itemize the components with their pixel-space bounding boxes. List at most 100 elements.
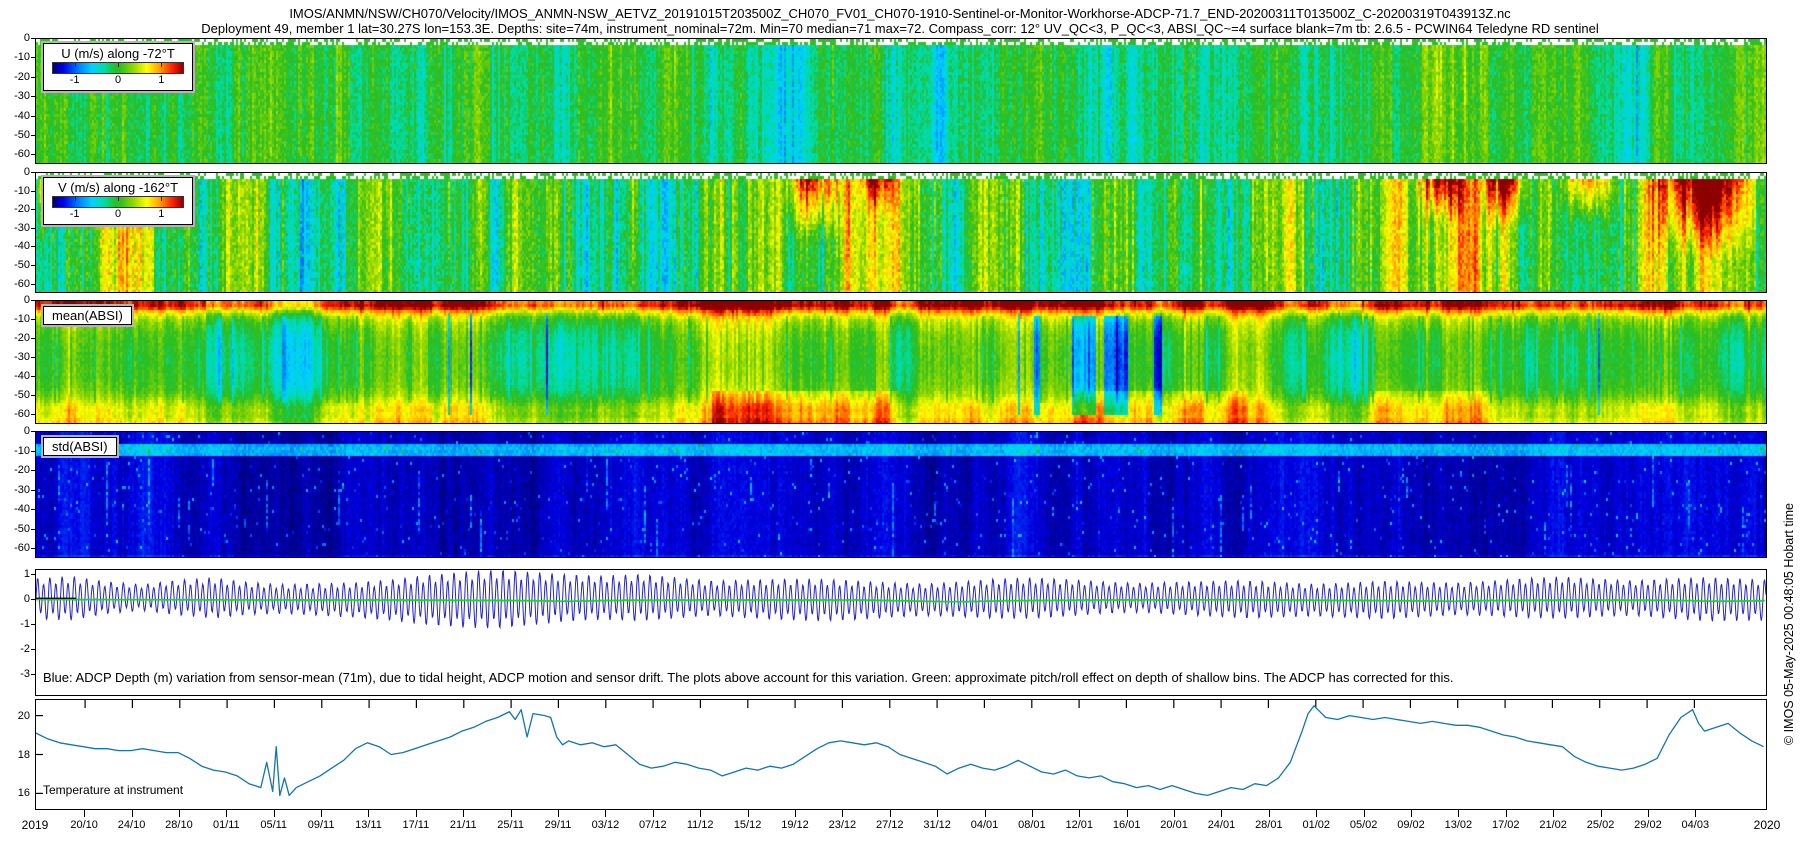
date-tick-label: 17/11 [402,819,430,831]
date-tick-mark [937,810,939,817]
u-legend-title: U (m/s) along -72°T [61,46,175,61]
date-tick-label: 11/12 [686,819,714,831]
date-tick-mark [463,810,465,817]
date-tick-label: 28/10 [165,819,193,831]
date-tick-mark [1221,810,1223,817]
date-tick-label: 09/02 [1397,819,1425,831]
depth-tick-label: -40 [14,240,30,253]
depth-tick-label: -60 [14,148,30,161]
depth-tick-mark [31,283,35,285]
date-tick-mark [1695,810,1697,817]
date-tick-mark [178,810,180,817]
std-absi-heatmap [36,432,1766,557]
depth-tick-label: -60 [14,542,30,555]
depthvar-tick-label: -2 [20,642,30,655]
temp-tick-label: 18 [17,748,30,761]
depth-tick-label: 0 [23,425,30,437]
date-tick-label: 21/02 [1539,819,1567,831]
std-absi-label: std(ABSI) [41,435,119,458]
date-tick-label: 13/11 [355,819,382,831]
depth-tick-mark [31,414,35,416]
depth-tick-label: -30 [14,351,30,364]
depth-tick-mark [31,227,35,229]
date-tick-label: 01/11 [212,819,240,831]
panel-mean-absi: mean(ABSI) [35,300,1767,424]
date-tick-label: 04/01 [970,819,999,831]
depth-tick-mark [31,76,35,78]
xaxis-year-start: 2019 [21,818,49,832]
date-tick-label: 20/01 [1160,819,1188,831]
date-tick-mark [273,810,275,817]
depth-tick-mark [31,190,35,192]
depth-tick-label: -30 [14,90,30,103]
depth-tick-label: -20 [14,332,30,345]
date-tick-label: 23/12 [828,819,857,831]
depthvar-tick-label: -3 [20,667,30,680]
date-tick-mark [1553,810,1555,817]
u-velocity-heatmap [36,39,1766,163]
depth-tick-mark [31,134,35,136]
depthvar-tick-mark [31,623,35,625]
depth-tick-mark [31,264,35,266]
date-tick-mark [700,810,702,817]
date-tick-label: 03/12 [591,819,620,831]
u-colorbar-tick: 0 [114,74,122,86]
date-tick-mark [794,810,796,817]
date-tick-mark [652,810,654,817]
depth-tick-label: -50 [14,258,30,271]
depth-tick-mark [31,172,35,173]
xaxis-year-end: 2020 [1753,818,1781,832]
depth-tick-mark [31,376,35,378]
mean-absi-heatmap [36,301,1766,423]
date-tick-mark [1600,810,1602,817]
depth-tick-mark [31,395,35,397]
panel-v-velocity: V (m/s) along -162°T -1 0 1 [35,172,1767,293]
date-tick-label: 29/11 [544,819,572,831]
v-colorbar-tick: 0 [114,208,122,220]
depth-tick-mark [31,154,35,156]
depth-tick-label: -10 [14,51,30,64]
depth-tick-mark [31,115,35,117]
depth-tick-mark [31,209,35,211]
date-tick-label: 25/02 [1586,819,1615,831]
depth-tick-label: -60 [14,408,30,421]
depth-tick-mark [31,338,35,340]
depth-tick-mark [31,548,35,550]
v-legend-title: V (m/s) along -162°T [57,180,179,195]
depth-tick-label: -20 [14,70,30,83]
date-tick-label: 17/02 [1492,819,1520,831]
date-tick-mark [1079,810,1081,817]
temperature-label: Temperature at instrument [43,783,184,797]
depthvar-tick-label: -1 [20,617,30,630]
depth-tick-label: -30 [14,221,30,234]
u-colorbar: -1 0 1 [52,62,184,86]
date-tick-mark [1126,810,1128,817]
depth-tick-label: -50 [14,389,30,402]
date-tick-label: 08/01 [1018,819,1046,831]
depth-tick-mark [31,509,35,511]
depth-tick-label: -40 [14,109,30,122]
date-tick-label: 13/02 [1444,819,1473,831]
depth-tick-label: -50 [14,522,30,535]
date-tick-mark [131,810,133,817]
depth-tick-label: -50 [14,128,30,141]
depth-tick-mark [31,489,35,491]
u-colorbar-tick: 1 [158,74,165,86]
date-tick-mark [1458,810,1460,817]
depthvar-tick-mark [31,573,35,575]
date-tick-label: 31/12 [923,819,951,831]
v-colorbar: -1 0 1 [52,196,184,220]
depth-tick-mark [31,96,35,98]
panel-u-velocity: U (m/s) along -72°T -1 0 1 [35,38,1767,164]
u-colorbar-legend: U (m/s) along -72°T -1 0 1 [41,41,195,93]
depth-tick-mark [31,57,35,59]
depthvar-tick-mark [31,648,35,650]
date-tick-mark [1411,810,1412,817]
v-colorbar-tick: -1 [69,208,80,220]
temp-tick-label: 16 [17,787,30,800]
date-tick-label: 12/01 [1065,819,1094,831]
date-tick-mark [1316,810,1318,817]
date-tick-mark [1031,810,1033,817]
date-tick-label: 24/01 [1207,819,1236,831]
figure-title-line1: IMOS/ANMN/NSW/CH070/Velocity/IMOS_ANMN-N… [289,6,1511,21]
